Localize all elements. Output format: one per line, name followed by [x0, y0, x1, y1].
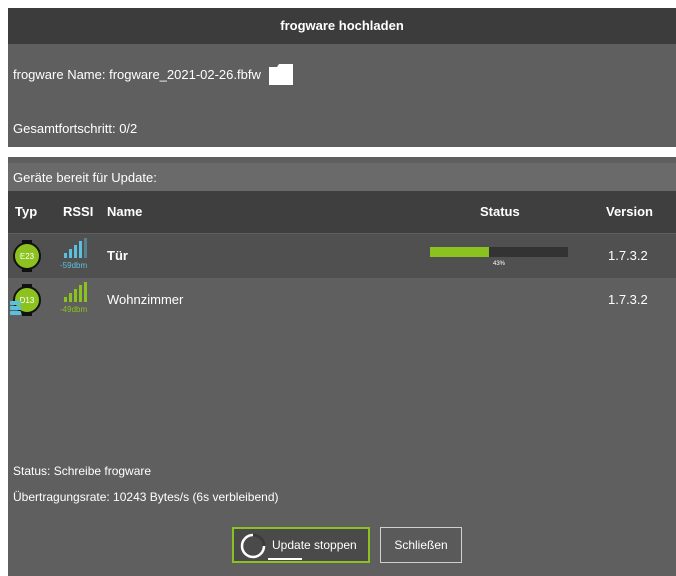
- update-dialog: frogware hochladen frogware Name: frogwa…: [8, 8, 676, 576]
- signal-strength-icon: [64, 238, 87, 258]
- device-type-label: E23: [20, 252, 35, 261]
- transfer-rate-text: Übertragungsrate: 10243 Bytes/s (6s verb…: [13, 490, 279, 504]
- table-header: Typ RSSI Name Status Version: [8, 191, 676, 233]
- stop-progress-indicator: [268, 558, 302, 560]
- close-button[interactable]: Schließen: [380, 527, 462, 563]
- ready-devices-label: Geräte bereit für Update:: [13, 170, 157, 185]
- dialog-title: frogware hochladen: [8, 8, 676, 44]
- device-progress-fill: [430, 247, 490, 257]
- header-type: Typ: [15, 204, 38, 219]
- battery-icon: [10, 301, 21, 315]
- device-badge-icon: D13: [10, 282, 44, 318]
- firmware-name-label: frogware Name: frogware_2021-02-26.fbfw: [13, 66, 261, 82]
- signal-strength-icon: [64, 282, 87, 302]
- loading-spinner-icon: [239, 532, 267, 573]
- overall-progress-label: Gesamtfortschritt: 0/2: [13, 121, 138, 136]
- stop-update-button[interactable]: Update stoppen: [232, 527, 370, 563]
- table-row[interactable]: D13 -49dbm Wohnzimmer 1.7.3.2: [8, 278, 676, 322]
- rssi-value: -59dbm: [60, 261, 88, 270]
- header-version: Version: [606, 204, 653, 219]
- device-version: 1.7.3.2: [608, 248, 648, 263]
- device-badge-icon: E23: [10, 238, 44, 274]
- ready-devices-bar: Geräte bereit für Update:: [8, 163, 676, 191]
- header-status: Status: [480, 204, 520, 219]
- device-version: 1.7.3.2: [608, 292, 648, 307]
- header-rssi: RSSI: [63, 204, 94, 219]
- signal-strength: -59dbm: [60, 237, 100, 275]
- table-row[interactable]: E23 -59dbm Tür 43% 1.7.3.2: [8, 234, 676, 278]
- signal-strength: -49dbm: [60, 281, 100, 319]
- device-progress-percent: 43%: [493, 261, 506, 267]
- status-text: Status: Schreibe frogware: [13, 464, 152, 478]
- stop-update-label: Update stoppen: [272, 538, 357, 552]
- device-progress-bar: [430, 247, 568, 257]
- device-type-label: D13: [20, 296, 35, 305]
- overall-progress-bar: [8, 147, 676, 157]
- rssi-value: -49dbm: [60, 305, 88, 314]
- folder-icon[interactable]: [268, 63, 294, 86]
- firmware-name-row: frogware Name: frogware_2021-02-26.fbfw: [13, 60, 294, 88]
- header-name: Name: [107, 204, 143, 219]
- device-name: Tür: [107, 248, 128, 263]
- device-name: Wohnzimmer: [107, 292, 184, 307]
